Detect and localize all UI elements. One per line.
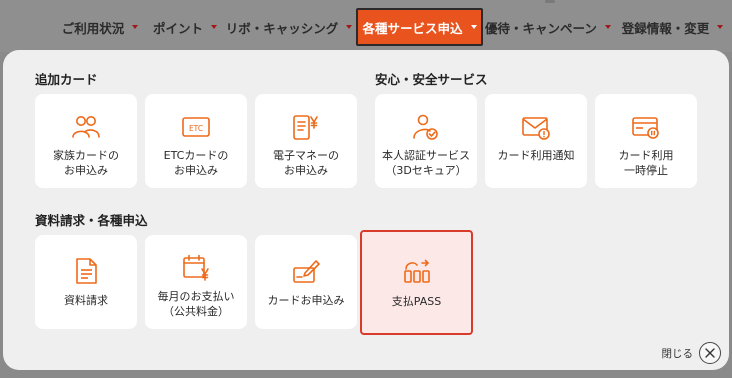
tile-label: 支払PASS [391, 294, 442, 308]
section-title-security: 安心・安全サービス [375, 72, 488, 87]
tile-label: 本人認証サービス （3Dセキュア） [382, 149, 470, 177]
nav-label: ポイント [152, 20, 203, 36]
nav-label: 優待・キャンペーン [485, 20, 597, 36]
tile-label: カードお申込み [267, 294, 345, 307]
caret-down-icon [604, 25, 611, 29]
caret-down-icon [470, 25, 477, 29]
caret-down-icon [132, 25, 139, 29]
tile-label: 毎月のお支払い （公共料金） [157, 290, 235, 318]
tile-monthly-utility-payment[interactable]: 毎月のお支払い （公共料金） [145, 235, 247, 329]
mail-notice-icon [522, 117, 550, 140]
etc-card-icon: ETC [182, 117, 210, 137]
section-title-additional-cards: 追加カード [35, 72, 98, 87]
tile-card-application[interactable]: カードお申込み [255, 235, 357, 329]
tile-label: カード利用通知 [497, 149, 575, 162]
nav-usage-status[interactable]: ご利用状況 [52, 8, 148, 46]
nav-label: ご利用状況 [61, 20, 125, 36]
tile-etc-card[interactable]: ETC ETCカードの お申込み [145, 94, 247, 188]
close-button[interactable] [699, 342, 721, 364]
nav-registration-info[interactable]: 登録情報・変更 [613, 8, 732, 46]
calendar-yen-icon [183, 254, 209, 281]
tile-pay-pass[interactable]: 支払PASS [360, 230, 473, 335]
tile-card-pause[interactable]: カード利用 一時停止 [595, 94, 697, 188]
verified-user-icon [413, 114, 438, 140]
nav-service-applications[interactable]: 各種サービス申込 [356, 8, 483, 46]
document-icon [76, 258, 97, 284]
caret-down-icon [346, 25, 353, 29]
family-icon [72, 116, 100, 138]
application-pen-icon [293, 260, 320, 283]
svg-text:ETC: ETC [189, 124, 203, 133]
tile-e-money[interactable]: 電子マネーの お申込み [255, 94, 357, 188]
close-control[interactable]: 閉じる [661, 342, 721, 364]
close-label: 閉じる [661, 347, 694, 360]
tile-card-usage-notice[interactable]: カード利用通知 [485, 94, 587, 188]
nav-decoration [545, 0, 555, 3]
caret-down-icon [717, 25, 724, 29]
tile-document-request[interactable]: 資料請求 [35, 235, 137, 329]
nav-label: 登録情報・変更 [621, 20, 710, 36]
tile-label: 資料請求 [64, 294, 108, 307]
tile-label: 電子マネーの お申込み [273, 149, 339, 177]
pay-pass-icon [403, 259, 430, 283]
tile-label: カード利用 一時停止 [618, 149, 674, 177]
tile-label: ETCカードの お申込み [163, 149, 229, 177]
tile-family-card[interactable]: 家族カードの お申込み [35, 94, 137, 188]
services-dropdown-panel: 追加カード 安心・安全サービス 家族カードの お申込み ETC ETCカードの … [3, 50, 729, 370]
card-pause-icon [632, 117, 659, 139]
e-money-icon [293, 115, 318, 140]
close-icon [705, 348, 715, 358]
nav-points[interactable]: ポイント [148, 8, 222, 46]
nav-label: リボ・キャッシング [225, 20, 339, 36]
nav-revolving-cashing[interactable]: リボ・キャッシング [222, 8, 356, 46]
nav-label: 各種サービス申込 [362, 20, 463, 36]
tile-3d-secure[interactable]: 本人認証サービス （3Dセキュア） [375, 94, 477, 188]
nav-benefits-campaigns[interactable]: 優待・キャンペーン [483, 8, 613, 46]
tile-label: 家族カードの お申込み [53, 149, 119, 177]
top-navigation-bar: ご利用状況 ポイント リボ・キャッシング 各種サービス申込 優待・キャンペーン … [0, 0, 732, 52]
section-title-documents: 資料請求・各種申込 [35, 213, 148, 228]
caret-down-icon [211, 25, 217, 29]
